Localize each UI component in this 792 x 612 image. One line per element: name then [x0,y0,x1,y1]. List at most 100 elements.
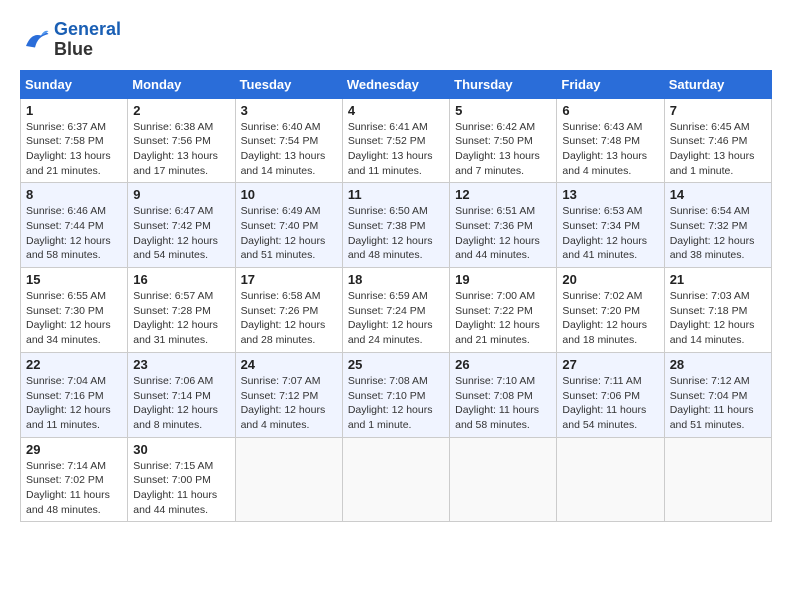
day-number: 17 [241,272,337,287]
calendar-header-row: SundayMondayTuesdayWednesdayThursdayFrid… [21,70,772,98]
calendar-cell: 16 Sunrise: 6:57 AM Sunset: 7:28 PM Dayl… [128,268,235,353]
day-info: Sunrise: 6:43 AM Sunset: 7:48 PM Dayligh… [562,120,658,179]
day-info: Sunrise: 7:04 AM Sunset: 7:16 PM Dayligh… [26,374,122,433]
calendar-week-row: 1 Sunrise: 6:37 AM Sunset: 7:58 PM Dayli… [21,98,772,183]
day-info: Sunrise: 6:46 AM Sunset: 7:44 PM Dayligh… [26,204,122,263]
logo: General Blue [20,20,121,60]
day-info: Sunrise: 6:49 AM Sunset: 7:40 PM Dayligh… [241,204,337,263]
day-info: Sunrise: 6:38 AM Sunset: 7:56 PM Dayligh… [133,120,229,179]
calendar-cell: 25 Sunrise: 7:08 AM Sunset: 7:10 PM Dayl… [342,352,449,437]
day-number: 27 [562,357,658,372]
day-info: Sunrise: 7:03 AM Sunset: 7:18 PM Dayligh… [670,289,766,348]
day-info: Sunrise: 7:02 AM Sunset: 7:20 PM Dayligh… [562,289,658,348]
calendar-cell: 9 Sunrise: 6:47 AM Sunset: 7:42 PM Dayli… [128,183,235,268]
day-number: 13 [562,187,658,202]
calendar-cell: 10 Sunrise: 6:49 AM Sunset: 7:40 PM Dayl… [235,183,342,268]
day-number: 8 [26,187,122,202]
day-number: 24 [241,357,337,372]
calendar-cell: 5 Sunrise: 6:42 AM Sunset: 7:50 PM Dayli… [450,98,557,183]
calendar-cell: 28 Sunrise: 7:12 AM Sunset: 7:04 PM Dayl… [664,352,771,437]
day-info: Sunrise: 7:07 AM Sunset: 7:12 PM Dayligh… [241,374,337,433]
calendar-week-row: 15 Sunrise: 6:55 AM Sunset: 7:30 PM Dayl… [21,268,772,353]
logo-text: General Blue [54,20,121,60]
calendar-cell: 27 Sunrise: 7:11 AM Sunset: 7:06 PM Dayl… [557,352,664,437]
weekday-header: Wednesday [342,70,449,98]
calendar-week-row: 29 Sunrise: 7:14 AM Sunset: 7:02 PM Dayl… [21,437,772,522]
day-info: Sunrise: 6:41 AM Sunset: 7:52 PM Dayligh… [348,120,444,179]
day-number: 11 [348,187,444,202]
day-info: Sunrise: 7:15 AM Sunset: 7:00 PM Dayligh… [133,459,229,518]
calendar-cell: 22 Sunrise: 7:04 AM Sunset: 7:16 PM Dayl… [21,352,128,437]
day-number: 5 [455,103,551,118]
calendar-cell [342,437,449,522]
calendar-cell: 15 Sunrise: 6:55 AM Sunset: 7:30 PM Dayl… [21,268,128,353]
day-number: 28 [670,357,766,372]
day-info: Sunrise: 6:54 AM Sunset: 7:32 PM Dayligh… [670,204,766,263]
calendar-week-row: 8 Sunrise: 6:46 AM Sunset: 7:44 PM Dayli… [21,183,772,268]
page-header: General Blue [20,20,772,60]
weekday-header: Friday [557,70,664,98]
calendar-cell: 24 Sunrise: 7:07 AM Sunset: 7:12 PM Dayl… [235,352,342,437]
calendar-cell [450,437,557,522]
calendar-cell: 23 Sunrise: 7:06 AM Sunset: 7:14 PM Dayl… [128,352,235,437]
day-info: Sunrise: 6:42 AM Sunset: 7:50 PM Dayligh… [455,120,551,179]
day-info: Sunrise: 6:51 AM Sunset: 7:36 PM Dayligh… [455,204,551,263]
day-info: Sunrise: 7:06 AM Sunset: 7:14 PM Dayligh… [133,374,229,433]
day-number: 4 [348,103,444,118]
day-number: 14 [670,187,766,202]
calendar-cell: 7 Sunrise: 6:45 AM Sunset: 7:46 PM Dayli… [664,98,771,183]
calendar-cell: 1 Sunrise: 6:37 AM Sunset: 7:58 PM Dayli… [21,98,128,183]
day-info: Sunrise: 7:12 AM Sunset: 7:04 PM Dayligh… [670,374,766,433]
day-info: Sunrise: 6:45 AM Sunset: 7:46 PM Dayligh… [670,120,766,179]
day-info: Sunrise: 7:08 AM Sunset: 7:10 PM Dayligh… [348,374,444,433]
calendar-table: SundayMondayTuesdayWednesdayThursdayFrid… [20,70,772,523]
day-number: 7 [670,103,766,118]
day-number: 23 [133,357,229,372]
calendar-cell: 21 Sunrise: 7:03 AM Sunset: 7:18 PM Dayl… [664,268,771,353]
calendar-cell: 6 Sunrise: 6:43 AM Sunset: 7:48 PM Dayli… [557,98,664,183]
calendar-cell: 11 Sunrise: 6:50 AM Sunset: 7:38 PM Dayl… [342,183,449,268]
day-info: Sunrise: 7:14 AM Sunset: 7:02 PM Dayligh… [26,459,122,518]
day-number: 30 [133,442,229,457]
day-number: 12 [455,187,551,202]
day-info: Sunrise: 6:47 AM Sunset: 7:42 PM Dayligh… [133,204,229,263]
day-info: Sunrise: 6:53 AM Sunset: 7:34 PM Dayligh… [562,204,658,263]
day-number: 29 [26,442,122,457]
day-number: 25 [348,357,444,372]
calendar-cell: 19 Sunrise: 7:00 AM Sunset: 7:22 PM Dayl… [450,268,557,353]
weekday-header: Sunday [21,70,128,98]
day-number: 10 [241,187,337,202]
calendar-week-row: 22 Sunrise: 7:04 AM Sunset: 7:16 PM Dayl… [21,352,772,437]
day-number: 9 [133,187,229,202]
calendar-cell: 17 Sunrise: 6:58 AM Sunset: 7:26 PM Dayl… [235,268,342,353]
weekday-header: Thursday [450,70,557,98]
day-info: Sunrise: 6:40 AM Sunset: 7:54 PM Dayligh… [241,120,337,179]
day-info: Sunrise: 6:57 AM Sunset: 7:28 PM Dayligh… [133,289,229,348]
day-info: Sunrise: 6:55 AM Sunset: 7:30 PM Dayligh… [26,289,122,348]
day-number: 26 [455,357,551,372]
calendar-cell: 20 Sunrise: 7:02 AM Sunset: 7:20 PM Dayl… [557,268,664,353]
calendar-cell: 30 Sunrise: 7:15 AM Sunset: 7:00 PM Dayl… [128,437,235,522]
day-number: 19 [455,272,551,287]
weekday-header: Tuesday [235,70,342,98]
weekday-header: Monday [128,70,235,98]
calendar-cell [557,437,664,522]
calendar-cell: 2 Sunrise: 6:38 AM Sunset: 7:56 PM Dayli… [128,98,235,183]
calendar-cell: 29 Sunrise: 7:14 AM Sunset: 7:02 PM Dayl… [21,437,128,522]
calendar-cell: 12 Sunrise: 6:51 AM Sunset: 7:36 PM Dayl… [450,183,557,268]
day-info: Sunrise: 7:11 AM Sunset: 7:06 PM Dayligh… [562,374,658,433]
day-number: 6 [562,103,658,118]
calendar-cell: 18 Sunrise: 6:59 AM Sunset: 7:24 PM Dayl… [342,268,449,353]
day-number: 18 [348,272,444,287]
calendar-cell: 26 Sunrise: 7:10 AM Sunset: 7:08 PM Dayl… [450,352,557,437]
calendar-cell [664,437,771,522]
calendar-cell: 4 Sunrise: 6:41 AM Sunset: 7:52 PM Dayli… [342,98,449,183]
day-number: 21 [670,272,766,287]
day-number: 1 [26,103,122,118]
day-number: 2 [133,103,229,118]
day-info: Sunrise: 6:50 AM Sunset: 7:38 PM Dayligh… [348,204,444,263]
calendar-cell [235,437,342,522]
weekday-header: Saturday [664,70,771,98]
day-number: 20 [562,272,658,287]
calendar-cell: 14 Sunrise: 6:54 AM Sunset: 7:32 PM Dayl… [664,183,771,268]
